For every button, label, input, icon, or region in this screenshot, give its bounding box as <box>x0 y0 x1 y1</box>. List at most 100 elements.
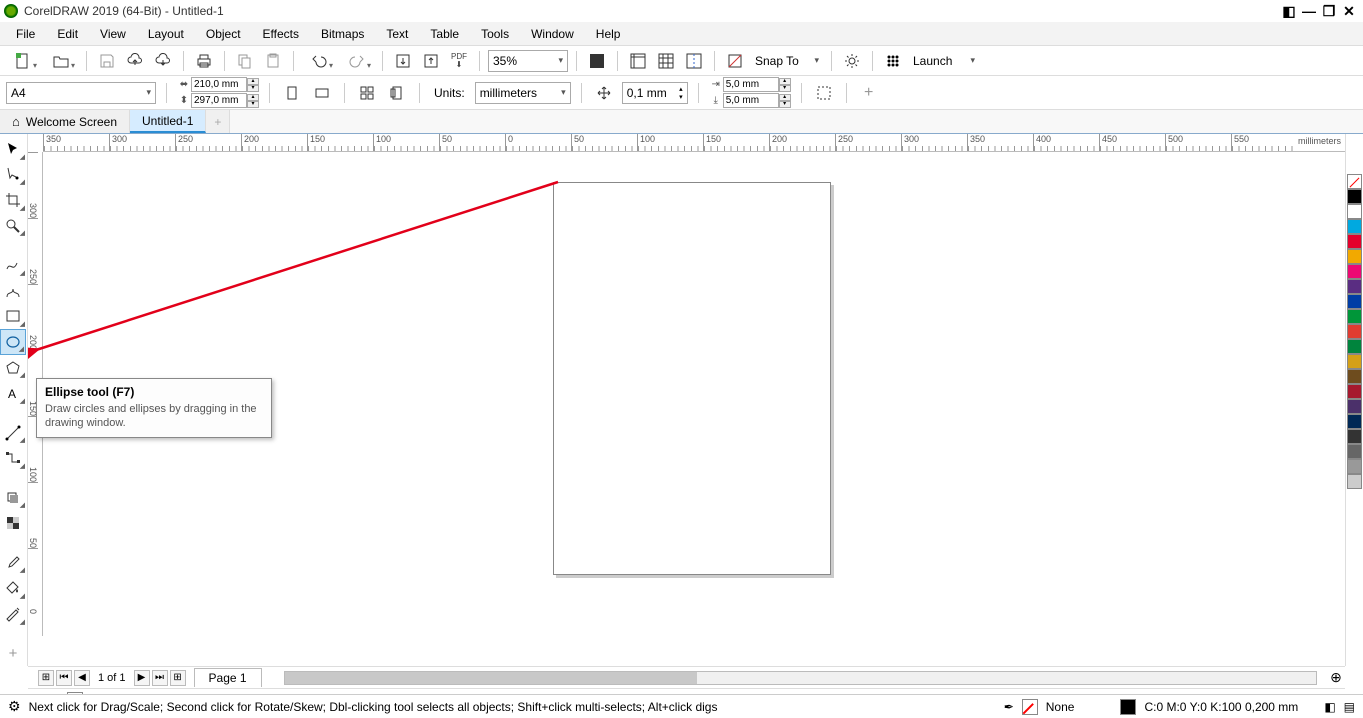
ellipse-tool[interactable]: ◢ <box>0 329 26 355</box>
eyedropper-tool[interactable]: ◢ <box>0 550 26 576</box>
status-menu-icon[interactable]: ▤ <box>1344 700 1355 714</box>
swatch[interactable] <box>1347 444 1362 459</box>
menu-text[interactable]: Text <box>376 24 418 44</box>
menu-layout[interactable]: Layout <box>138 24 194 44</box>
tab-add[interactable]: + <box>206 110 230 133</box>
launch-dropdown[interactable]: Launch▾ <box>909 50 979 72</box>
menu-file[interactable]: File <box>6 24 45 44</box>
paste-button[interactable] <box>261 49 285 73</box>
app-launcher-icon[interactable] <box>881 49 905 73</box>
fullscreen-preview-button[interactable] <box>585 49 609 73</box>
interactive-fill-tool[interactable]: ◢ <box>0 575 26 601</box>
horizontal-ruler[interactable]: 3503002502001501005005010015020025030035… <box>43 134 1345 152</box>
swatch[interactable] <box>1347 459 1362 474</box>
swatch[interactable] <box>1347 249 1362 264</box>
quick-customize-button[interactable]: + <box>0 640 26 666</box>
parallel-dimension-tool[interactable]: ◢ <box>0 420 26 446</box>
page-add-after[interactable]: ⊞ <box>170 670 186 686</box>
snap-to-dropdown[interactable]: Snap To▾ <box>751 50 823 72</box>
swatch[interactable] <box>1347 384 1362 399</box>
rectangle-tool[interactable]: ◢ <box>0 303 26 329</box>
portrait-button[interactable] <box>280 81 304 105</box>
landscape-button[interactable] <box>310 81 334 105</box>
menu-tools[interactable]: Tools <box>471 24 519 44</box>
print-button[interactable] <box>192 49 216 73</box>
menu-table[interactable]: Table <box>420 24 469 44</box>
text-tool[interactable]: A◢ <box>0 380 26 406</box>
swatch[interactable] <box>1347 264 1362 279</box>
undo-button[interactable]: ▾ <box>302 49 336 73</box>
drawing-page[interactable] <box>553 182 831 575</box>
swatch[interactable] <box>1347 354 1362 369</box>
show-grid-button[interactable] <box>654 49 678 73</box>
menu-object[interactable]: Object <box>196 24 251 44</box>
transparency-tool[interactable] <box>0 510 26 536</box>
add-preset-button[interactable]: + <box>857 81 881 105</box>
menu-window[interactable]: Window <box>521 24 584 44</box>
swatch[interactable] <box>1347 189 1362 204</box>
all-pages-button[interactable] <box>355 81 379 105</box>
treat-as-filled-button[interactable] <box>812 81 836 105</box>
current-page-button[interactable] <box>385 81 409 105</box>
pick-tool[interactable]: ◢ <box>0 136 26 162</box>
shape-tool[interactable]: ◢ <box>0 162 26 188</box>
zoom-combo[interactable]: 35%▾ <box>488 50 568 72</box>
new-button[interactable]: ▾ <box>6 49 40 73</box>
connector-tool[interactable]: ◢ <box>0 445 26 471</box>
swatch[interactable] <box>1347 414 1362 429</box>
zoom-tool[interactable]: ◢ <box>0 213 26 239</box>
redo-button[interactable]: ▾ <box>340 49 374 73</box>
options-button[interactable] <box>840 49 864 73</box>
open-button[interactable]: ▾ <box>44 49 78 73</box>
swatch[interactable] <box>1347 234 1362 249</box>
swatch[interactable] <box>1347 279 1362 294</box>
outline-tool[interactable]: ◢ <box>0 601 26 627</box>
menu-bitmaps[interactable]: Bitmaps <box>311 24 374 44</box>
swatch[interactable] <box>1347 324 1362 339</box>
page-height-input[interactable] <box>191 93 247 108</box>
maximize-button[interactable]: ❐ <box>1319 3 1339 20</box>
page-tab[interactable]: Page 1 <box>194 668 262 687</box>
swatch[interactable] <box>1347 429 1362 444</box>
publish-pdf-button[interactable]: PDF⬇ <box>447 49 471 73</box>
cloud-up-button[interactable] <box>123 49 147 73</box>
options-icon[interactable]: ⚙ <box>8 698 21 715</box>
swatch[interactable] <box>1347 369 1362 384</box>
crop-tool[interactable]: ◢ <box>0 187 26 213</box>
page-prev[interactable]: ◀ <box>74 670 90 686</box>
swatch[interactable] <box>1347 474 1362 489</box>
menu-edit[interactable]: Edit <box>47 24 88 44</box>
page-next[interactable]: ▶ <box>134 670 150 686</box>
dup-x-input[interactable] <box>723 77 779 92</box>
horizontal-scrollbar[interactable] <box>284 671 1317 685</box>
copy-button[interactable] <box>233 49 257 73</box>
swatch[interactable] <box>1347 309 1362 324</box>
swatch-none[interactable] <box>1347 174 1362 189</box>
swatch[interactable] <box>1347 204 1362 219</box>
dup-y-input[interactable] <box>723 93 779 108</box>
units-combo[interactable]: millimeters▾ <box>475 82 571 104</box>
swatch[interactable] <box>1347 339 1362 354</box>
cloud-down-button[interactable] <box>151 49 175 73</box>
show-rulers-button[interactable] <box>626 49 650 73</box>
tab-document[interactable]: Untitled-1 <box>130 110 206 133</box>
show-guides-button[interactable] <box>682 49 706 73</box>
freehand-tool[interactable]: ◢ <box>0 252 26 278</box>
menu-help[interactable]: Help <box>586 24 631 44</box>
page-add[interactable]: ⊞ <box>38 670 54 686</box>
swatch[interactable] <box>1347 219 1362 234</box>
polygon-tool[interactable]: ◢ <box>0 355 26 381</box>
save-button[interactable] <box>95 49 119 73</box>
page-last[interactable]: ⏭ <box>152 670 168 686</box>
fill-swatch[interactable] <box>1022 699 1038 715</box>
nudge-input[interactable]: 0,1 mm▴▾ <box>622 82 688 104</box>
page-first[interactable]: ⏮ <box>56 670 72 686</box>
navigator-button[interactable]: ⊕ <box>1327 669 1345 686</box>
swatch[interactable] <box>1347 399 1362 414</box>
tab-welcome[interactable]: ⌂Welcome Screen <box>0 110 130 133</box>
minimize-button[interactable]: — <box>1299 3 1319 19</box>
export-button[interactable] <box>419 49 443 73</box>
swatch[interactable] <box>1347 294 1362 309</box>
menu-view[interactable]: View <box>90 24 136 44</box>
drop-shadow-tool[interactable]: ◢ <box>0 485 26 511</box>
